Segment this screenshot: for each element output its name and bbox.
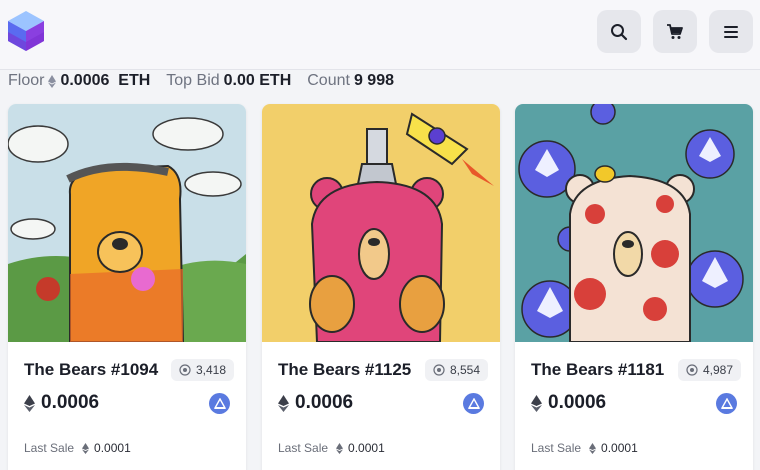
- eye-icon: [686, 364, 698, 376]
- eye-icon: [179, 364, 191, 376]
- menu-button[interactable]: [709, 10, 753, 53]
- nft-image[interactable]: [8, 104, 246, 342]
- eth-icon: [48, 74, 57, 88]
- price: 0.0006: [278, 392, 353, 414]
- eth-icon: [589, 442, 597, 454]
- nft-image[interactable]: [515, 104, 753, 342]
- cart-icon: [667, 23, 683, 39]
- top-bid-label: Top Bid: [166, 72, 220, 89]
- search-icon: [611, 23, 628, 40]
- eth-icon: [82, 442, 90, 454]
- eth-icon: [24, 394, 35, 412]
- top-bid-value: 0.00 ETH: [223, 72, 292, 89]
- count-value: 9 998: [353, 72, 394, 89]
- chain-icon: [209, 393, 230, 414]
- floor-value: 0.0006 ETH: [60, 72, 151, 89]
- floor-label: Floor: [8, 72, 45, 89]
- chain-icon: [463, 393, 484, 414]
- collection-stats: Floor 0.0006 ETH Top Bid 0.00 ETH Count …: [8, 70, 394, 92]
- last-sale: Last Sale 0.0001: [531, 441, 638, 455]
- eth-icon: [336, 442, 344, 454]
- menu-icon: [724, 25, 738, 38]
- view-count: 3,418: [170, 359, 234, 381]
- nft-title[interactable]: The Bears #1125: [278, 360, 411, 380]
- cart-button[interactable]: [653, 10, 697, 53]
- last-sale: Last Sale 0.0001: [278, 441, 385, 455]
- eth-icon: [531, 394, 542, 412]
- chain-icon: [716, 393, 737, 414]
- nft-card[interactable]: The Bears #1125 8,554 0.0006 Last Sale 0…: [262, 104, 500, 470]
- eye-icon: [433, 364, 445, 376]
- nft-title[interactable]: The Bears #1094: [24, 360, 158, 380]
- view-count: 8,554: [424, 359, 488, 381]
- price: 0.0006: [24, 392, 99, 414]
- last-sale: Last Sale 0.0001: [24, 441, 131, 455]
- count-label: Count: [307, 72, 350, 89]
- nft-image[interactable]: [262, 104, 500, 342]
- view-count: 4,987: [677, 359, 741, 381]
- nft-title[interactable]: The Bears #1181: [531, 360, 664, 380]
- price: 0.0006: [531, 392, 606, 414]
- top-bar: [0, 0, 760, 70]
- cube-logo-icon[interactable]: [6, 10, 46, 52]
- eth-icon: [278, 394, 289, 412]
- nft-card[interactable]: The Bears #1181 4,987 0.0006 Last Sale 0…: [515, 104, 753, 470]
- search-button[interactable]: [597, 10, 641, 53]
- nft-card[interactable]: The Bears #1094 3,418 0.0006 Last Sale 0…: [8, 104, 246, 470]
